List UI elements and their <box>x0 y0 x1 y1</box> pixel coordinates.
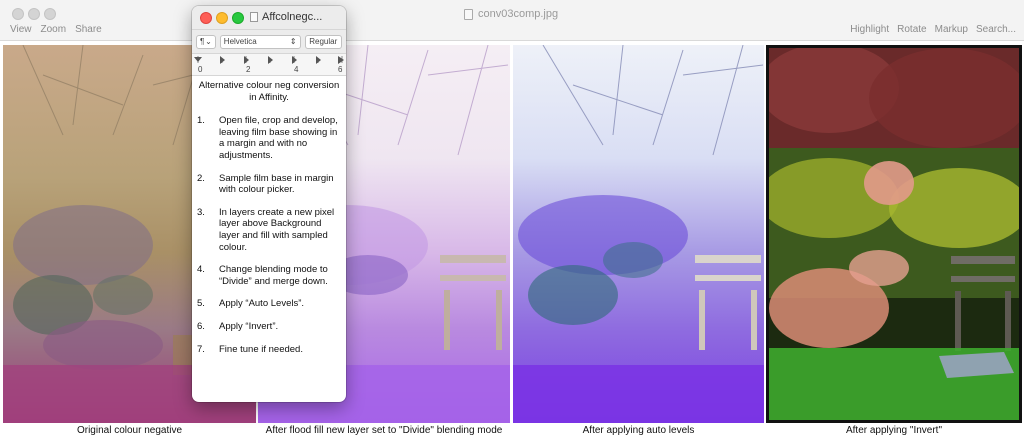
document-heading: Alternative colour neg conversion in Aff… <box>198 80 340 103</box>
zoom-button[interactable] <box>44 8 56 20</box>
textedit-title-text: Affcolnegc... <box>262 11 323 23</box>
photo-inverted <box>766 45 1022 423</box>
font-family-select[interactable]: Helvetica ⇕ <box>219 34 301 49</box>
step-number: 2. <box>197 172 205 184</box>
step-item: 7. Fine tune if needed. <box>197 344 341 356</box>
up-down-arrows-icon: ⇕ <box>289 37 297 46</box>
zoom-button-label[interactable]: Zoom <box>41 24 67 35</box>
document-icon <box>464 8 473 20</box>
format-bar: ¶ ⌄ Helvetica ⇕ Regular <box>192 30 346 54</box>
step-item: 3. In layers create a new pixel layer ab… <box>197 207 341 253</box>
view-button[interactable]: View <box>10 24 32 35</box>
step-item: 6. Apply “Invert”. <box>197 321 341 333</box>
step-text: Fine tune if needed. <box>219 343 303 355</box>
markup-button[interactable]: Markup <box>935 24 968 35</box>
close-button[interactable] <box>12 8 24 20</box>
step-text: Apply “Auto Levels”. <box>219 298 305 310</box>
step-number: 3. <box>197 206 205 218</box>
image-canvas: Original colour negative After flood fil… <box>0 41 1024 439</box>
search-field[interactable]: Search... <box>976 24 1016 35</box>
text-document[interactable]: Alternative colour neg conversion in Aff… <box>192 76 346 355</box>
step-text: Apply “Invert”. <box>219 320 279 332</box>
step-number: 6. <box>197 320 205 332</box>
step-text: Sample film base in margin with colour p… <box>219 172 334 196</box>
paragraph-style-value: ¶ <box>200 37 205 46</box>
paragraph-style-select[interactable]: ¶ ⌄ <box>196 34 216 49</box>
step-number: 5. <box>197 298 205 310</box>
toolbar-right: Highlight Rotate Markup Search... <box>850 24 1016 35</box>
step-item: 1. Open file, crop and develop, leaving … <box>197 115 341 161</box>
step-item: 2. Sample film base in margin with colou… <box>197 173 341 196</box>
highlight-button[interactable]: Highlight <box>850 24 889 35</box>
step-number: 4. <box>197 264 205 276</box>
minimize-button[interactable] <box>28 8 40 20</box>
ruler-label-0: 0 <box>198 65 203 74</box>
document-icon <box>250 12 258 22</box>
rotate-button[interactable]: Rotate <box>897 24 926 35</box>
step-text: Change blending mode to “Divide” and mer… <box>219 264 328 287</box>
caption-original: Original colour negative <box>76 425 183 436</box>
chevron-down-icon: ⌄ <box>205 37 212 46</box>
toolbar-left: View Zoom Share <box>10 24 102 35</box>
textedit-titlebar: Affcolnegc... <box>192 6 346 30</box>
caption-auto-levels: After applying auto levels <box>582 425 695 436</box>
step-number: 1. <box>197 115 205 127</box>
caption-invert: After applying "Invert" <box>845 425 943 436</box>
preview-window: conv03comp.jpg View Zoom Share Highlight… <box>0 0 1024 439</box>
step-item: 5. Apply “Auto Levels”. <box>197 298 341 310</box>
window-title-text: conv03comp.jpg <box>478 8 559 20</box>
ruler-label-6: 6 <box>338 65 343 74</box>
share-button[interactable]: Share <box>75 24 102 35</box>
step-text: Open file, crop and develop, leaving fil… <box>219 115 338 161</box>
textedit-title: Affcolnegc... <box>250 11 322 23</box>
font-style-select[interactable]: Regular <box>304 34 342 49</box>
font-family-value: Helvetica <box>223 37 257 46</box>
preview-titlebar: conv03comp.jpg View Zoom Share Highlight… <box>0 0 1024 41</box>
ruler-label-2: 2 <box>246 65 251 74</box>
font-style-value: Regular <box>309 37 338 46</box>
textedit-zoom-button[interactable] <box>232 12 244 24</box>
first-line-indent-marker <box>194 57 202 62</box>
window-title: conv03comp.jpg <box>464 8 558 20</box>
textedit-close-button[interactable] <box>200 12 212 24</box>
step-item: 4. Change blending mode to “Divide” and … <box>197 264 341 287</box>
ruler-label-4: 4 <box>294 65 299 74</box>
caption-divide: After flood fill new layer set to "Divid… <box>265 425 503 436</box>
step-number: 7. <box>197 343 205 355</box>
photo-auto-levels <box>513 45 764 423</box>
ruler[interactable]: 0 2 4 6 <box>192 54 346 76</box>
textedit-window: Affcolnegc... ¶ ⌄ Helvetica ⇕ Regular 0 … <box>192 6 346 402</box>
textedit-minimize-button[interactable] <box>216 12 228 24</box>
step-text: In layers create a new pixel layer above… <box>219 206 335 253</box>
